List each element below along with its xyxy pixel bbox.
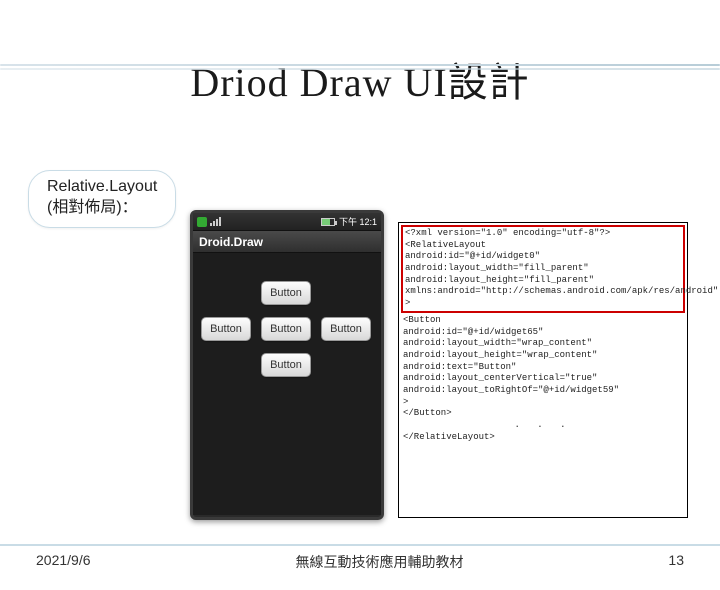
button-label: Button xyxy=(270,359,302,371)
xml-code-panel: <?xml version="1.0" encoding="utf-8"?> <… xyxy=(398,222,688,518)
status-bar: 下午 12:1 xyxy=(193,213,381,231)
code-line: android:id="@+id/widget0" xyxy=(405,251,681,263)
footer-page: 13 xyxy=(668,552,684,572)
g-icon xyxy=(197,217,207,227)
code-ellipsis: . . . xyxy=(403,420,683,432)
badge-line1: Relative.Layout xyxy=(47,177,157,198)
code-highlight: <?xml version="1.0" encoding="utf-8"?> <… xyxy=(401,225,685,313)
button-label: Button xyxy=(330,323,362,335)
app-header-text: Droid.Draw xyxy=(199,235,263,249)
code-line: </Button> xyxy=(403,408,683,420)
code-line: android:layout_toRightOf="@+id/widget59" xyxy=(403,385,683,397)
code-line: android:layout_width="wrap_content" xyxy=(403,338,683,350)
layout-badge: Relative.Layout (相對佈局)： xyxy=(28,170,176,228)
code-line: android:layout_height="wrap_content" xyxy=(403,350,683,362)
code-line: <?xml version="1.0" encoding="utf-8"?> xyxy=(405,228,681,240)
code-line: android:id="@+id/widget65" xyxy=(403,327,683,339)
code-line: </RelativeLayout> xyxy=(403,432,683,444)
code-line: android:layout_height="fill_parent" xyxy=(405,275,681,287)
slide-title: Driod Draw UI設計 xyxy=(0,50,720,108)
code-line: xmlns:android="http://schemas.android.co… xyxy=(405,286,681,298)
button-widget[interactable]: Button xyxy=(261,281,311,305)
button-label: Button xyxy=(270,323,302,335)
code-line: > xyxy=(405,298,681,310)
footer-center: 無線互動技術應用輔助教材 xyxy=(295,552,463,572)
code-line: <RelativeLayout xyxy=(405,240,681,252)
phone-mock: 下午 12:1 Droid.Draw Button Button Button … xyxy=(190,210,384,520)
badge-line2: (相對佈局)： xyxy=(47,198,157,219)
code-line: android:text="Button" xyxy=(403,362,683,374)
code-line: android:layout_centerVertical="true" xyxy=(403,373,683,385)
signal-icon xyxy=(210,217,221,226)
button-label: Button xyxy=(210,323,242,335)
top-decoration xyxy=(0,64,720,74)
footer-rule xyxy=(0,544,720,546)
code-line: > xyxy=(403,397,683,409)
button-widget[interactable]: Button xyxy=(261,353,311,377)
status-time: 下午 12:1 xyxy=(339,215,377,228)
layout-canvas: Button Button Button Button Button xyxy=(193,253,381,515)
code-line: android:layout_width="fill_parent" xyxy=(405,263,681,275)
button-widget[interactable]: Button xyxy=(321,317,371,341)
slide-footer: 2021/9/6 無線互動技術應用輔助教材 13 xyxy=(0,552,720,572)
button-widget[interactable]: Button xyxy=(261,317,311,341)
footer-date: 2021/9/6 xyxy=(36,552,91,572)
code-line: <Button xyxy=(403,315,683,327)
app-header: Droid.Draw xyxy=(193,231,381,253)
button-widget[interactable]: Button xyxy=(201,317,251,341)
battery-icon xyxy=(321,218,335,226)
button-label: Button xyxy=(270,287,302,299)
